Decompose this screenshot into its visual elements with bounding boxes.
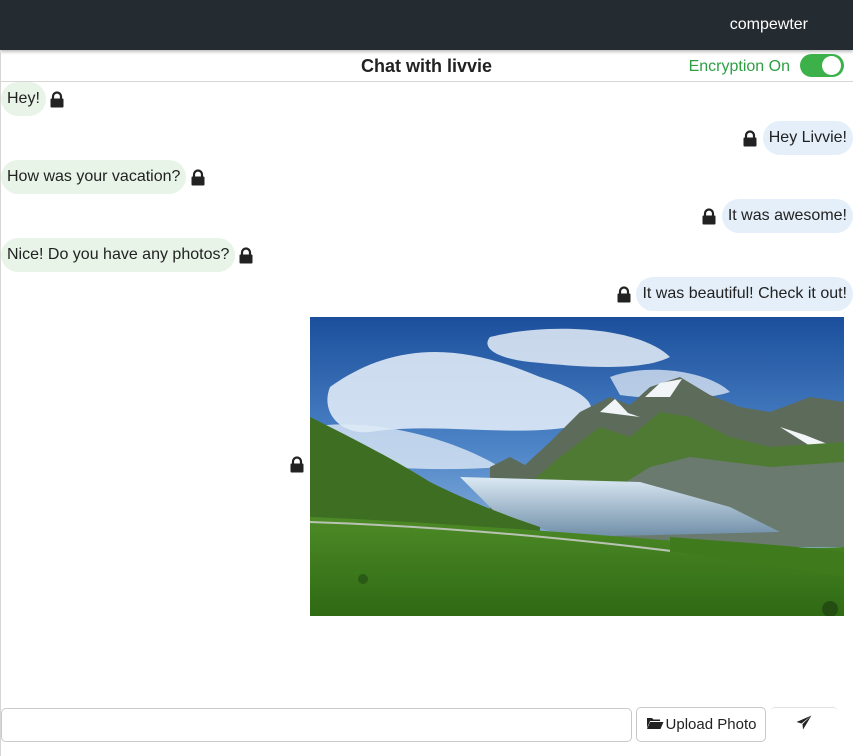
message-bubble-outgoing: It was awesome! — [721, 199, 853, 233]
toggle-knob — [822, 56, 841, 75]
upload-photo-label: Upload Photo — [665, 716, 757, 733]
lock-icon — [616, 286, 632, 303]
message-text: Hey Livvie! — [768, 129, 847, 146]
upload-photo-button[interactable]: Upload Photo — [636, 707, 766, 742]
top-navbar: compewter — [0, 0, 853, 50]
lock-icon — [190, 169, 206, 186]
folder-open-icon — [646, 716, 664, 734]
current-username[interactable]: compewter — [730, 16, 808, 34]
lock-icon — [701, 208, 717, 225]
chat-header: Chat with livvie Encryption On — [0, 52, 853, 82]
lock-icon — [238, 247, 254, 264]
message-bubble-incoming: Hey! — [1, 82, 46, 116]
message-text: Hey! — [7, 90, 40, 107]
message-bubble-outgoing: It was beautiful! Check it out! — [636, 277, 853, 311]
message-bubble-incoming: How was your vacation? — [1, 160, 187, 194]
message-input[interactable] — [1, 708, 632, 742]
message-text: How was your vacation? — [7, 168, 181, 185]
message-bubble-incoming: Nice! Do you have any photos? — [1, 238, 236, 272]
paper-plane-icon — [796, 715, 812, 735]
message-text: It was awesome! — [727, 207, 847, 224]
message-text: Nice! Do you have any photos? — [7, 246, 230, 263]
send-button[interactable] — [770, 707, 838, 742]
message-text: It was beautiful! Check it out! — [642, 285, 847, 302]
encryption-toggle[interactable] — [800, 54, 844, 77]
message-bubble-outgoing: Hey Livvie! — [762, 121, 853, 155]
lock-icon — [289, 456, 305, 473]
lock-icon — [742, 130, 758, 147]
lock-icon — [49, 91, 65, 108]
shared-photo[interactable] — [310, 317, 844, 616]
encryption-status-label: Encryption On — [688, 58, 790, 75]
